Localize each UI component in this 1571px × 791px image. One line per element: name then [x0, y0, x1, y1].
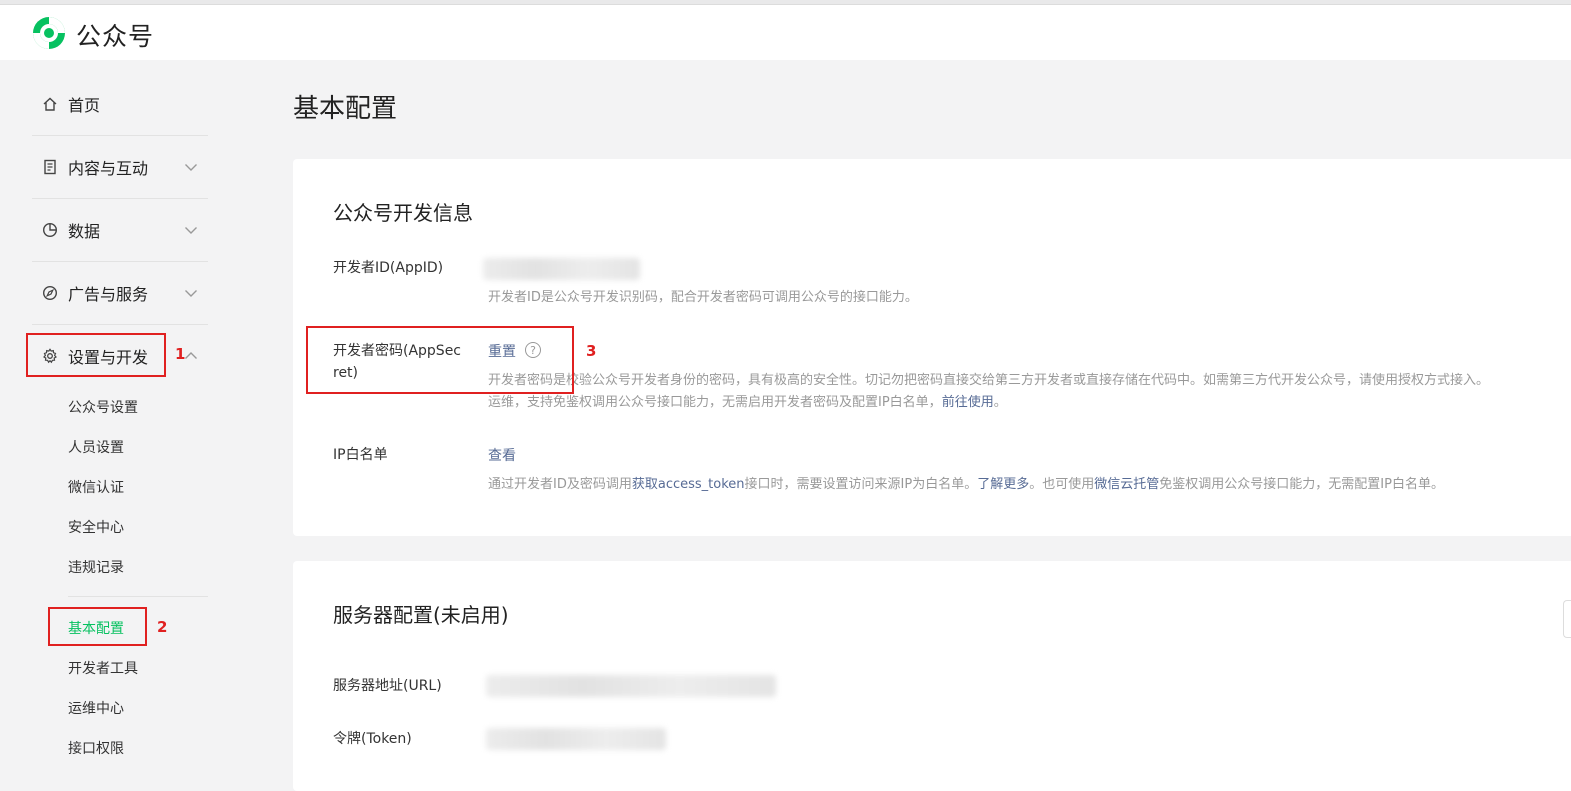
sidebar-item-label: 内容与互动: [68, 159, 149, 178]
token-value-redacted: [486, 728, 666, 750]
server-config-card: 服务器配置(未启用) 服务器地址(URL) 令牌(Token): [293, 561, 1571, 791]
annotation-number-3: 3: [586, 342, 597, 360]
appsecret-desc-text: 运维，支持免鉴权调用公众号接口能力，无需启用开发者密码及配置IP白名单，: [488, 395, 942, 410]
ip-desc-text-c: 。也可使用: [1029, 477, 1095, 492]
sidebar-divider: [68, 596, 208, 597]
compass-icon: [42, 285, 58, 301]
sidebar-subitem-account-settings[interactable]: 公众号设置: [68, 397, 138, 417]
chevron-up-icon[interactable]: [184, 349, 198, 363]
sidebar-subitem-ops-center[interactable]: 运维中心: [68, 698, 124, 718]
annotation-box-1: [26, 333, 166, 377]
token-label: 令牌(Token): [333, 731, 412, 747]
sidebar-divider: [32, 198, 208, 199]
section-title: 公众号开发信息: [333, 201, 473, 225]
document-icon: [42, 159, 58, 175]
appid-label: 开发者ID(AppID): [333, 260, 444, 276]
annotation-box-3: [306, 326, 574, 394]
sidebar: 首页 内容与互动 数据 广告与服务 设置与开发 公众号设置 人员设置 微信认证 …: [0, 60, 240, 766]
chevron-down-icon[interactable]: [184, 160, 198, 174]
brand-name: 公众号: [76, 22, 155, 51]
appsecret-description-line1: 开发者密码是校验公众号开发者身份的密码，具有极高的安全性。切记勿把密码直接交给第…: [488, 373, 1490, 388]
ip-desc-text-a: 通过开发者ID及密码调用: [488, 477, 632, 492]
annotation-number-2: 2: [157, 618, 168, 636]
section-title: 服务器配置(未启用): [333, 603, 509, 627]
side-panel-handle[interactable]: [1563, 600, 1571, 638]
sidebar-item-ads[interactable]: 广告与服务: [42, 281, 148, 305]
sidebar-item-data[interactable]: 数据: [42, 218, 100, 242]
sidebar-divider: [32, 324, 208, 325]
sidebar-subitem-api-permissions[interactable]: 接口权限: [68, 738, 124, 758]
top-header: 公众号: [0, 5, 1571, 60]
ip-whitelist-description: 通过开发者ID及密码调用获取access_token接口时，需要设置访问来源IP…: [488, 474, 1444, 496]
wechat-official-account-logo[interactable]: [31, 15, 67, 51]
view-ip-whitelist-link[interactable]: 查看: [488, 445, 516, 465]
ip-desc-text-d: 免鉴权调用公众号接口能力，无需配置IP白名单。: [1159, 477, 1444, 492]
annotation-box-2: [48, 607, 147, 646]
sidebar-subitem-developer-tools[interactable]: 开发者工具: [68, 658, 138, 678]
sidebar-item-label: 首页: [68, 96, 101, 115]
server-url-label: 服务器地址(URL): [333, 678, 442, 694]
chevron-down-icon[interactable]: [184, 223, 198, 237]
annotation-number-1: 1: [175, 345, 186, 363]
appsecret-description-line2: 运维，支持免鉴权调用公众号接口能力，无需启用开发者密码及配置IP白名单，前往使用…: [488, 392, 1007, 414]
sidebar-subitem-security-center[interactable]: 安全中心: [68, 517, 124, 537]
chevron-down-icon[interactable]: [184, 286, 198, 300]
sidebar-item-label: 广告与服务: [68, 285, 149, 304]
appid-value-redacted: [483, 258, 640, 280]
sidebar-item-home[interactable]: 首页: [42, 92, 100, 116]
sidebar-divider: [32, 135, 208, 136]
ip-desc-text-b: 接口时，需要设置访问来源IP为白名单。: [744, 477, 978, 492]
learn-more-link[interactable]: 了解更多: [977, 477, 1029, 492]
sidebar-subitem-staff-settings[interactable]: 人员设置: [68, 437, 124, 457]
sidebar-subitem-violation-records[interactable]: 违规记录: [68, 557, 124, 577]
page-title: 基本配置: [293, 94, 398, 124]
sidebar-item-label: 数据: [68, 222, 101, 241]
wechat-cloud-hosting-link[interactable]: 微信云托管: [1094, 477, 1159, 492]
ip-whitelist-label: IP白名单: [333, 447, 388, 463]
sidebar-divider: [32, 261, 208, 262]
sidebar-subitem-wechat-verification[interactable]: 微信认证: [68, 477, 124, 497]
pie-chart-icon: [42, 222, 58, 238]
server-url-value-redacted: [486, 675, 776, 697]
appsecret-desc-end: 。: [993, 395, 1007, 410]
appid-description: 开发者ID是公众号开发识别码，配合开发者密码可调用公众号的接口能力。: [488, 290, 918, 305]
home-icon: [42, 96, 58, 112]
go-use-link[interactable]: 前往使用: [942, 395, 994, 410]
access-token-link[interactable]: 获取access_token: [632, 477, 745, 492]
sidebar-item-content[interactable]: 内容与互动: [42, 155, 148, 179]
